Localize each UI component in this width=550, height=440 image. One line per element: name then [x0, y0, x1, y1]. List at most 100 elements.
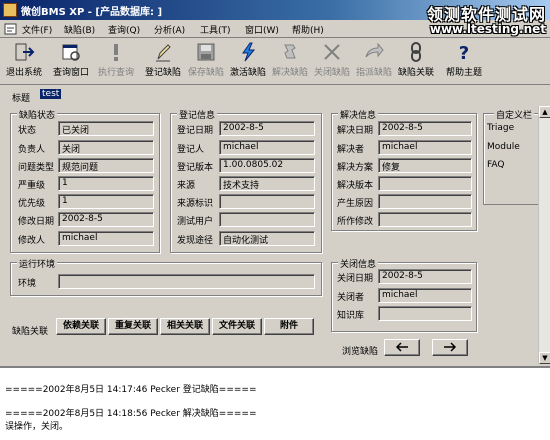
bug-link-label: 缺陷关联 — [12, 327, 49, 337]
cause-label: 产生原因 — [337, 199, 374, 209]
closer-label: 关闭者 — [337, 293, 365, 303]
link-icon — [411, 42, 421, 62]
app-icon — [3, 3, 17, 17]
title-label: 标题 — [12, 94, 31, 104]
window-title: 微创BMS XP - [产品数据库: ] — [21, 7, 163, 18]
status-field[interactable]: 已关闭 — [58, 121, 154, 136]
register-info-legend: 登记信息 — [177, 108, 218, 121]
dependency-link-button[interactable]: 依赖关联 — [56, 318, 106, 335]
attachment-button[interactable]: 附件 — [264, 318, 314, 335]
discovery-method-field[interactable]: 自动化测试 — [219, 231, 315, 246]
toolbar-assign-bug-button[interactable]: 指派缺陷 — [354, 41, 394, 83]
close-date-field[interactable]: 2002-8-5 — [378, 269, 472, 284]
run-query-icon — [114, 44, 118, 61]
runtime-env-legend: 运行环境 — [17, 257, 58, 270]
title-field[interactable]: test — [40, 89, 540, 104]
custom-item-module[interactable]: Module — [487, 142, 520, 152]
register-date-field[interactable]: 2002-8-5 — [219, 121, 315, 136]
help-icon: ? — [459, 43, 469, 63]
log-entry: =====2002年8月5日 14:18:56 Pecker 解决缺陷===== — [5, 409, 257, 419]
system-menu-icon[interactable] — [3, 22, 19, 36]
changes-made-field[interactable] — [378, 212, 472, 227]
toolbar-save-bug-button[interactable]: 保存缺陷 — [186, 41, 226, 83]
bug-status-legend: 缺陷状态 — [17, 108, 58, 121]
solution-label: 解决方案 — [337, 163, 374, 173]
modified-by-field[interactable]: michael — [58, 231, 154, 246]
source-id-label: 来源标识 — [177, 199, 214, 209]
test-user-field[interactable] — [219, 212, 315, 227]
activate-icon — [242, 42, 256, 62]
register-date-label: 登记日期 — [177, 126, 214, 136]
toolbar-run-query-button[interactable]: 执行查询 — [96, 41, 136, 83]
menu-window[interactable]: 窗口(W) — [245, 23, 279, 36]
watermark-url: www.ltesting.net — [429, 22, 546, 36]
file-link-button[interactable]: 文件关联 — [212, 318, 262, 335]
priority-label: 优先级 — [18, 199, 46, 209]
arrow-right-icon — [444, 342, 457, 352]
env-label: 环境 — [18, 279, 37, 289]
source-field[interactable]: 技术支持 — [219, 176, 315, 191]
related-link-button[interactable]: 相关关联 — [160, 318, 210, 335]
menu-file[interactable]: 文件(F) — [22, 23, 52, 36]
toolbar-activate-bug-button[interactable]: 激活缺陷 — [228, 41, 268, 83]
toolbar-register-bug-button[interactable]: 登记缺陷 — [143, 41, 183, 83]
menu-bug[interactable]: 缺陷(B) — [64, 23, 95, 36]
menu-help[interactable]: 帮助(H) — [292, 23, 324, 36]
custom-item-faq[interactable]: FAQ — [487, 160, 504, 170]
closer-field[interactable]: michael — [378, 288, 472, 303]
owner-field[interactable]: 关闭 — [58, 140, 154, 155]
assign-icon — [365, 42, 384, 58]
knowledge-base-field[interactable] — [378, 306, 472, 321]
modified-date-field[interactable]: 2002-8-5 — [58, 212, 154, 227]
menu-analysis[interactable]: 分析(A) — [154, 23, 185, 36]
close-info-legend: 关闭信息 — [338, 257, 379, 270]
custom-bar-legend: 自定义栏 — [494, 108, 535, 121]
query-window-icon — [62, 44, 80, 61]
solution-field[interactable]: 修复 — [378, 158, 472, 173]
next-bug-button[interactable] — [432, 339, 468, 356]
custom-item-triage[interactable]: Triage — [487, 123, 514, 133]
toolbar-exit-button[interactable]: 退出系统 — [4, 41, 44, 83]
env-field[interactable] — [58, 274, 315, 289]
owner-label: 负责人 — [18, 145, 46, 155]
history-log[interactable]: =====2002年8月5日 14:17:46 Pecker 登记缺陷=====… — [0, 366, 550, 440]
scroll-down-button[interactable]: ▼ — [539, 352, 550, 364]
toolbar-close-bug-button[interactable]: 关闭缺陷 — [312, 41, 352, 83]
discovery-method-label: 发现途径 — [177, 236, 214, 246]
close-icon — [324, 44, 340, 60]
close-date-label: 关闭日期 — [337, 274, 374, 284]
cause-field[interactable] — [378, 194, 472, 209]
form-scrollbar[interactable]: ▲ ▼ — [538, 106, 550, 364]
registrant-field[interactable]: michael — [219, 140, 315, 155]
source-id-field[interactable] — [219, 194, 315, 209]
test-user-label: 测试用户 — [177, 217, 214, 227]
severity-label: 严重级 — [18, 181, 46, 191]
menu-query[interactable]: 查询(Q) — [108, 23, 140, 36]
toolbar-help-button[interactable]: ? 帮助主题 — [444, 41, 484, 83]
registrant-label: 登记人 — [177, 145, 205, 155]
resolver-label: 解决者 — [337, 145, 365, 155]
previous-bug-button[interactable] — [384, 339, 420, 356]
toolbar-bug-link-button[interactable]: 缺陷关联 — [396, 41, 436, 83]
log-entry: =====2002年8月5日 14:17:46 Pecker 登记缺陷===== — [5, 385, 257, 395]
resolve-version-label: 解决版本 — [337, 181, 374, 191]
resolve-info-legend: 解决信息 — [338, 108, 379, 121]
priority-field[interactable]: 1 — [58, 194, 154, 209]
toolbar: 退出系统 查询窗口 执行查询 登记缺陷 保存缺陷 激活缺陷 解决缺陷 关闭缺陷 — [0, 39, 550, 85]
menu-tools[interactable]: 工具(T) — [200, 23, 231, 36]
resolve-version-field[interactable] — [378, 176, 472, 191]
severity-field[interactable]: 1 — [58, 176, 154, 191]
issue-type-field[interactable]: 规范问题 — [58, 158, 154, 173]
scroll-up-button[interactable]: ▲ — [539, 106, 550, 118]
duplicate-link-button[interactable]: 重复关联 — [108, 318, 158, 335]
arrow-left-icon — [395, 342, 408, 352]
resolve-icon — [284, 44, 296, 59]
svg-text:?: ? — [459, 43, 469, 63]
resolver-field[interactable]: michael — [378, 140, 472, 155]
toolbar-resolve-bug-button[interactable]: 解决缺陷 — [270, 41, 310, 83]
toolbar-query-window-button[interactable]: 查询窗口 — [50, 41, 92, 83]
register-version-label: 登记版本 — [177, 163, 214, 173]
resolve-date-field[interactable]: 2002-8-5 — [378, 121, 472, 136]
issue-type-label: 问题类型 — [18, 163, 55, 173]
register-version-field[interactable]: 1.00.0805.02 — [219, 158, 315, 173]
